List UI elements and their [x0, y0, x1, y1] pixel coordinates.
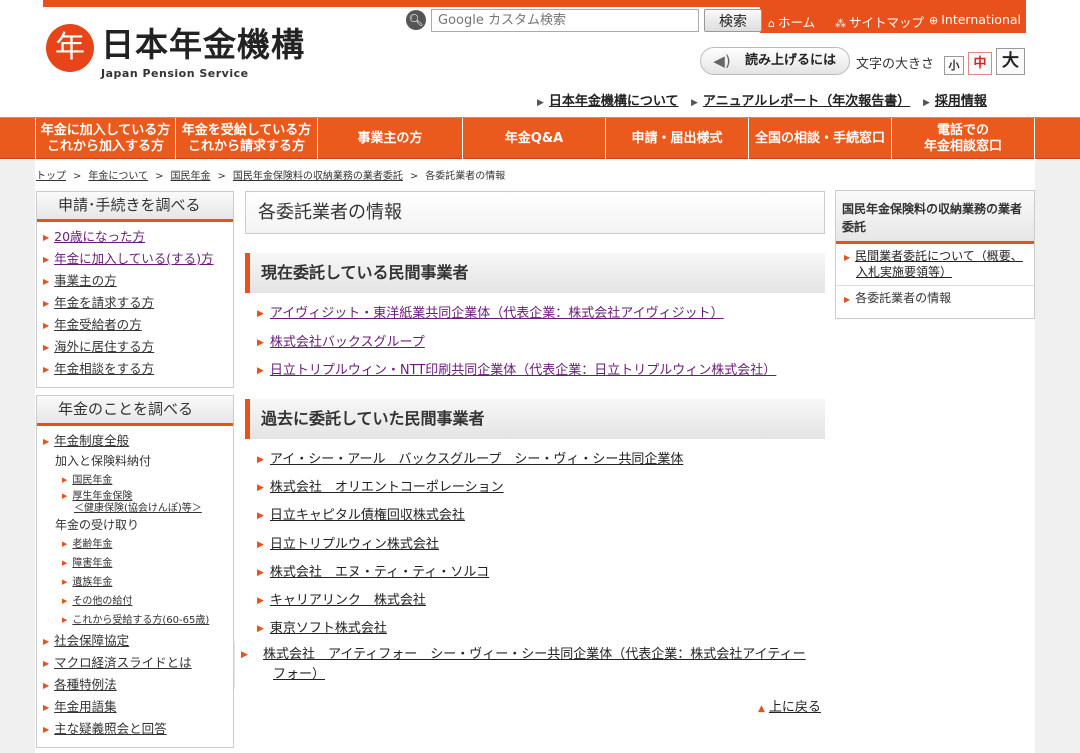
gnav-offices[interactable]: 全国の相談・手続窓口 — [749, 118, 892, 160]
sidebar-item-glossary[interactable]: 年金用語集 — [43, 696, 233, 718]
sitemap-link[interactable]: ⁂ サイトマップ — [835, 12, 924, 31]
list-item[interactable]: アイ・シー・アール バックスグループ シー・ヴィ・シー共同企業体 — [257, 448, 817, 476]
sidebar-item-faq[interactable]: 主な疑義照会と回答 — [43, 718, 233, 740]
sidebar-group-receiving: 年金の受け取り — [55, 518, 140, 532]
breadcrumb-current: 各委託業者の情報 — [425, 171, 506, 182]
sidebar-item-other-benefits[interactable]: その他の給付 — [43, 592, 233, 611]
global-nav: 年金に加入している方 これから加入する方 年金を受給している方 これから請求する… — [0, 117, 1080, 160]
list-item[interactable]: キャリアリンク 株式会社 — [257, 589, 817, 617]
sidebar-pension-info-title: 年金のことを調べる — [37, 396, 233, 426]
home-link-label: ホーム — [777, 15, 816, 30]
sidebar-item-turned-20[interactable]: 20歳になった方 — [43, 226, 233, 248]
international-link[interactable]: ⊕ International — [929, 12, 1021, 27]
search-button[interactable]: 検索 — [704, 9, 762, 32]
sidebar-item-employer[interactable]: 事業主の方 — [43, 270, 233, 292]
breadcrumb-about-pension[interactable]: 年金について — [88, 171, 148, 182]
sidebar-item-60-65[interactable]: これから受給する方(60-65歳) — [43, 611, 233, 630]
about-link[interactable]: 日本年金機構について — [537, 90, 679, 109]
breadcrumb-outsourcing[interactable]: 国民年金保険料の収納業務の業者委託 — [233, 171, 403, 182]
list-item[interactable]: 株式会社 アイティフォー シー・ヴィー・シー共同企業体（代表企業：株式会社アイテ… — [257, 645, 817, 689]
home-link[interactable]: ⌂ ホーム — [768, 12, 815, 31]
past-contractors-list: アイ・シー・アール バックスグループ シー・ヴィ・シー共同企業体 株式会社 オリ… — [257, 448, 817, 689]
breadcrumb-top[interactable]: トップ — [36, 171, 66, 182]
page: 年 日本年金機構 Japan Pension Service 🔍︎ 検索 ⌂ホー… — [0, 0, 1080, 753]
sitemap-link-label: サイトマップ — [849, 15, 925, 30]
search-icon: 🔍︎ — [406, 10, 426, 30]
sitemap-icon: ⁂ — [835, 17, 846, 30]
sidebar-item-employee-pension[interactable]: 厚生年金保険＜健康保険(協会けんぽ)等＞ — [43, 490, 233, 516]
sidebar-item-national-pension[interactable]: 国民年金 — [43, 471, 233, 490]
globe-icon: ⊕ — [929, 14, 939, 27]
gnav-recipient[interactable]: 年金を受給している方 これから請求する方 — [176, 118, 318, 160]
related-link-current: 各委託業者の情報 — [836, 286, 1034, 312]
fontsize-label: 文字の大きさ — [856, 57, 935, 72]
sidebar-item-special-laws[interactable]: 各種特例法 — [43, 674, 233, 696]
current-contractors-list: アイヴィジット・東洋紙業共同企業体（代表企業：株式会社アイヴィジット） 株式会社… — [257, 302, 776, 388]
related-links-title: 国民年金保険料の収納業務の業者委託 — [836, 191, 1034, 244]
list-item[interactable]: 日立トリプルウィン株式会社 — [257, 533, 817, 561]
arrow-up-icon: ▲ — [758, 704, 765, 714]
sidebar-item-consult[interactable]: 年金相談をする方 — [43, 358, 233, 380]
gnav-phone[interactable]: 電話での 年金相談窓口 — [892, 118, 1035, 160]
gnav-forms[interactable]: 申請・届出様式 — [606, 118, 749, 160]
logo-title: 日本年金機構 — [101, 25, 305, 64]
section-current-heading: 現在委託している民間事業者 — [245, 253, 825, 293]
gnav-enrollee[interactable]: 年金に加入している方 これから加入する方 — [35, 118, 176, 160]
international-link-label: International — [941, 12, 1021, 27]
site-logo[interactable]: 年 日本年金機構 Japan Pension Service — [43, 22, 323, 82]
section-past-heading: 過去に委託していた民間事業者 — [245, 399, 825, 439]
sidebar-procedures-title: 申請･手続きを調べる — [37, 192, 233, 222]
list-item[interactable]: 株式会社 オリエントコーポレーション — [257, 476, 817, 504]
list-item[interactable]: 日立キャピタル債権回収株式会社 — [257, 504, 817, 532]
related-links-box: 国民年金保険料の収納業務の業者委託 民間業者委託について（概要、入札実施要領等）… — [835, 190, 1035, 319]
breadcrumb: トップ > 年金について > 国民年金 > 国民年金保険料の収納業務の業者委託 > 各委託業者の… — [36, 171, 506, 182]
sidebar-item-macro-slide[interactable]: マクロ経済スライドとは — [43, 652, 233, 674]
sidebar-item-recipient[interactable]: 年金受給者の方 — [43, 314, 233, 336]
sidebar-item-system[interactable]: 年金制度全般 — [43, 430, 233, 452]
recruit-link[interactable]: 採用情報 — [923, 90, 987, 109]
search-input[interactable] — [431, 9, 699, 32]
logo-subtitle: Japan Pension Service — [101, 67, 249, 80]
sidebar-item-enrolled[interactable]: 年金に加入している(する)方 — [43, 248, 233, 270]
annual-report-link[interactable]: アニュアルレポート（年次報告書） — [691, 90, 910, 109]
sidebar-procedures: 申請･手続きを調べる 20歳になった方 年金に加入している(する)方 事業主の方… — [36, 191, 234, 388]
list-item[interactable]: 株式会社バックスグループ — [257, 331, 776, 360]
fontsize-small-button[interactable]: 小 — [944, 56, 964, 75]
sidebar-item-old-age[interactable]: 老齢年金 — [43, 535, 233, 554]
home-icon: ⌂ — [768, 17, 775, 30]
page-title: 各委託業者の情報 — [245, 191, 825, 234]
list-item[interactable]: 株式会社 エヌ・ティ・ティ・ソルコ — [257, 561, 817, 589]
sidebar-item-overseas[interactable]: 海外に居住する方 — [43, 336, 233, 358]
sidebar-item-disability[interactable]: 障害年金 — [43, 554, 233, 573]
list-item[interactable]: 日立トリプルウィン・NTT印刷共同企業体（代表企業：日立トリプルウィン株式会社） — [257, 359, 776, 388]
sidebar-item-claim[interactable]: 年金を請求する方 — [43, 292, 233, 314]
sidebar-group-enrollment: 加入と保険料納付 — [55, 454, 152, 468]
speaker-icon: ◀) — [713, 52, 731, 70]
top-accent-bar — [43, 0, 1026, 7]
list-item[interactable]: 東京ソフト株式会社 — [257, 617, 817, 645]
list-item[interactable]: アイヴィジット・東洋紙業共同企業体（代表企業：株式会社アイヴィジット） — [257, 302, 776, 331]
sidebar-item-survivor[interactable]: 遺族年金 — [43, 573, 233, 592]
gnav-qa[interactable]: 年金Q&A — [463, 118, 606, 160]
back-to-top-link[interactable]: ▲ 上に戻る — [758, 696, 821, 715]
gnav-employer[interactable]: 事業主の方 — [318, 118, 463, 160]
fontsize-medium-button[interactable]: 中 — [968, 52, 992, 75]
logo-mark-icon: 年 — [46, 24, 94, 72]
sidebar-item-social-security[interactable]: 社会保障協定 — [43, 630, 233, 652]
related-link-outsourcing[interactable]: 民間業者委託について（概要、入札実施要領等） — [836, 244, 1034, 286]
breadcrumb-national-pension[interactable]: 国民年金 — [170, 171, 210, 182]
sidebar-pension-info: 年金のことを調べる 年金制度全般 加入と保険料納付 国民年金 厚生年金保険＜健康… — [36, 395, 234, 748]
fontsize-large-button[interactable]: 大 — [996, 48, 1025, 75]
